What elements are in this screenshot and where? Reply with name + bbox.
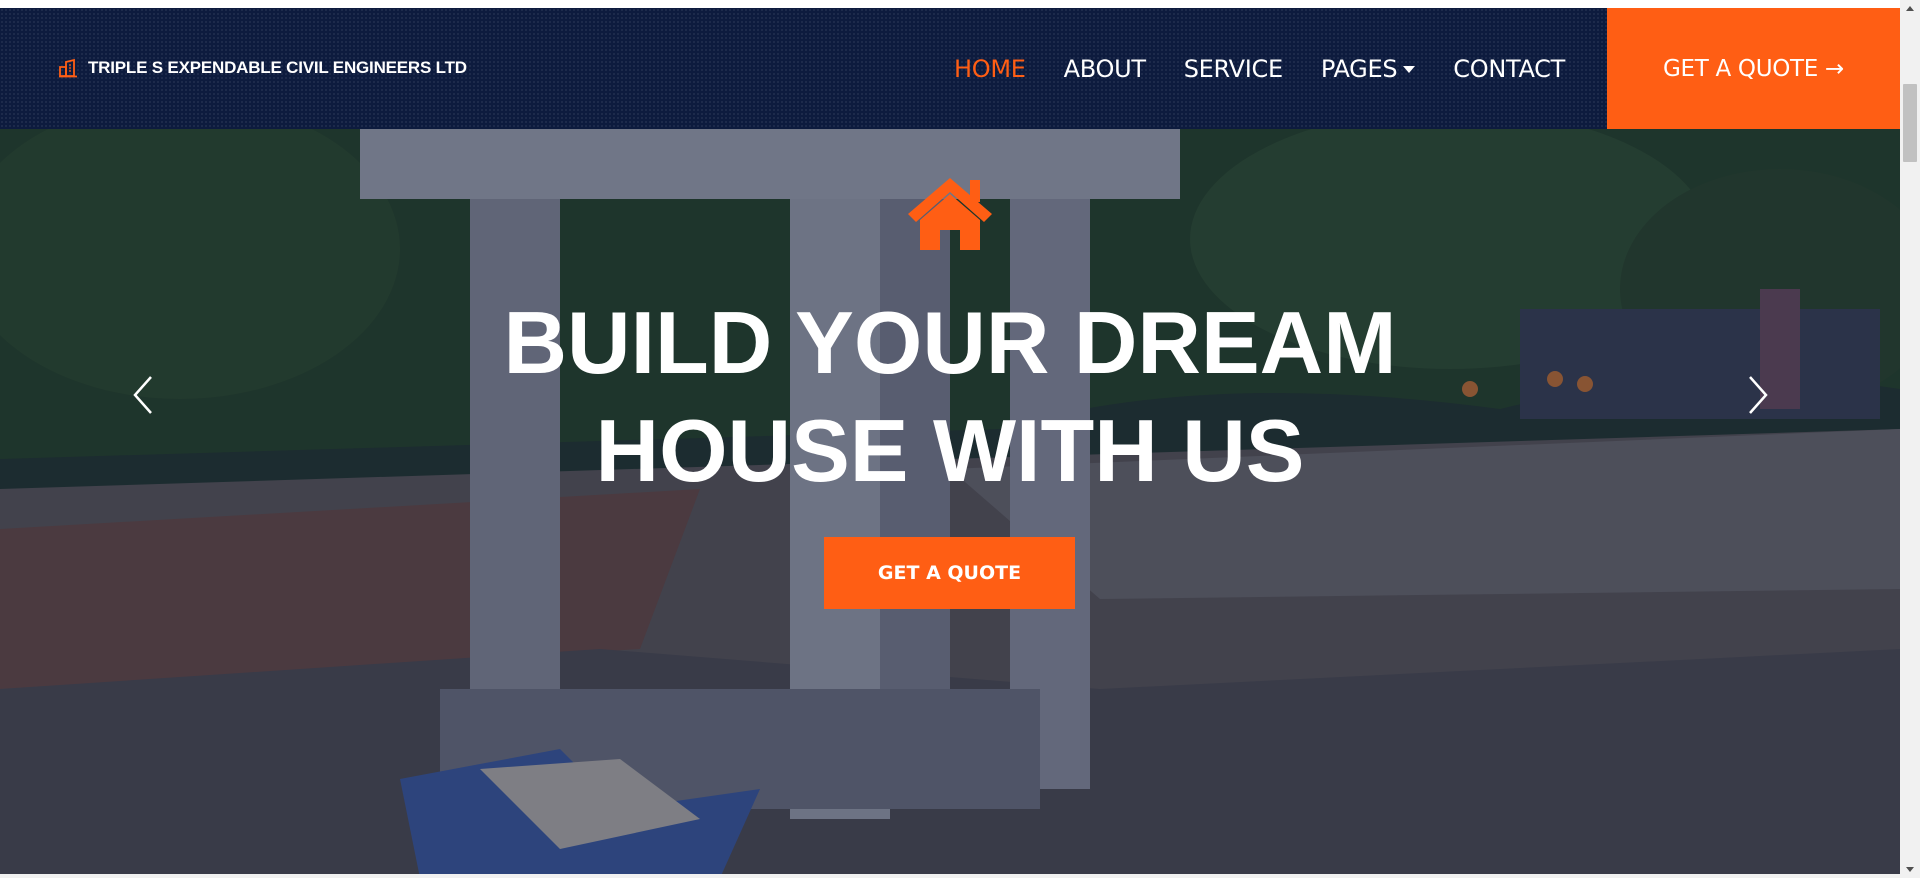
chevron-right-icon — [1749, 376, 1768, 414]
scroll-down-button[interactable] — [1900, 861, 1920, 878]
window-top-edge — [0, 0, 1920, 8]
hero-get-quote-button[interactable]: GET A QUOTE — [824, 537, 1075, 609]
main-nav: HOME ABOUT SERVICE PAGES CONTACT — [954, 8, 1565, 129]
hero-title-line-2: HOUSE WITH US — [595, 401, 1305, 500]
caret-down-icon — [1403, 66, 1416, 73]
carousel-prev-button[interactable] — [123, 365, 163, 425]
carousel-next-button[interactable] — [1738, 365, 1778, 425]
horizontal-edge — [0, 874, 1900, 878]
arrow-down-icon — [1906, 867, 1914, 872]
vertical-scrollbar[interactable] — [1900, 0, 1920, 878]
house-icon — [908, 178, 992, 250]
building-icon — [59, 58, 77, 78]
get-quote-button[interactable]: GET A QUOTE → — [1607, 8, 1900, 129]
nav-item-pages[interactable]: PAGES — [1320, 54, 1416, 83]
nav-item-about[interactable]: ABOUT — [1064, 55, 1146, 83]
hero-title-line-1: BUILD YOUR DREAM — [503, 293, 1397, 392]
chevron-left-icon — [133, 376, 152, 414]
brand-logo[interactable]: TRIPLE S EXPENDABLE CIVIL ENGINEERS LTD — [58, 55, 467, 81]
hero-title: BUILD YOUR DREAM HOUSE WITH US — [0, 289, 1900, 505]
nav-item-home[interactable]: HOME — [954, 55, 1026, 83]
arrow-up-icon — [1906, 6, 1914, 11]
nav-item-service[interactable]: SERVICE — [1184, 55, 1283, 83]
scroll-up-button[interactable] — [1900, 0, 1920, 17]
nav-item-pages-label: PAGES — [1320, 54, 1398, 83]
scrollbar-thumb[interactable] — [1903, 84, 1917, 162]
brand-name: TRIPLE S EXPENDABLE CIVIL ENGINEERS LTD — [88, 58, 467, 77]
nav-item-contact[interactable]: CONTACT — [1453, 55, 1565, 83]
navbar: TRIPLE S EXPENDABLE CIVIL ENGINEERS LTD … — [0, 8, 1900, 129]
hero-carousel: BUILD YOUR DREAM HOUSE WITH US GET A QUO… — [0, 129, 1900, 878]
